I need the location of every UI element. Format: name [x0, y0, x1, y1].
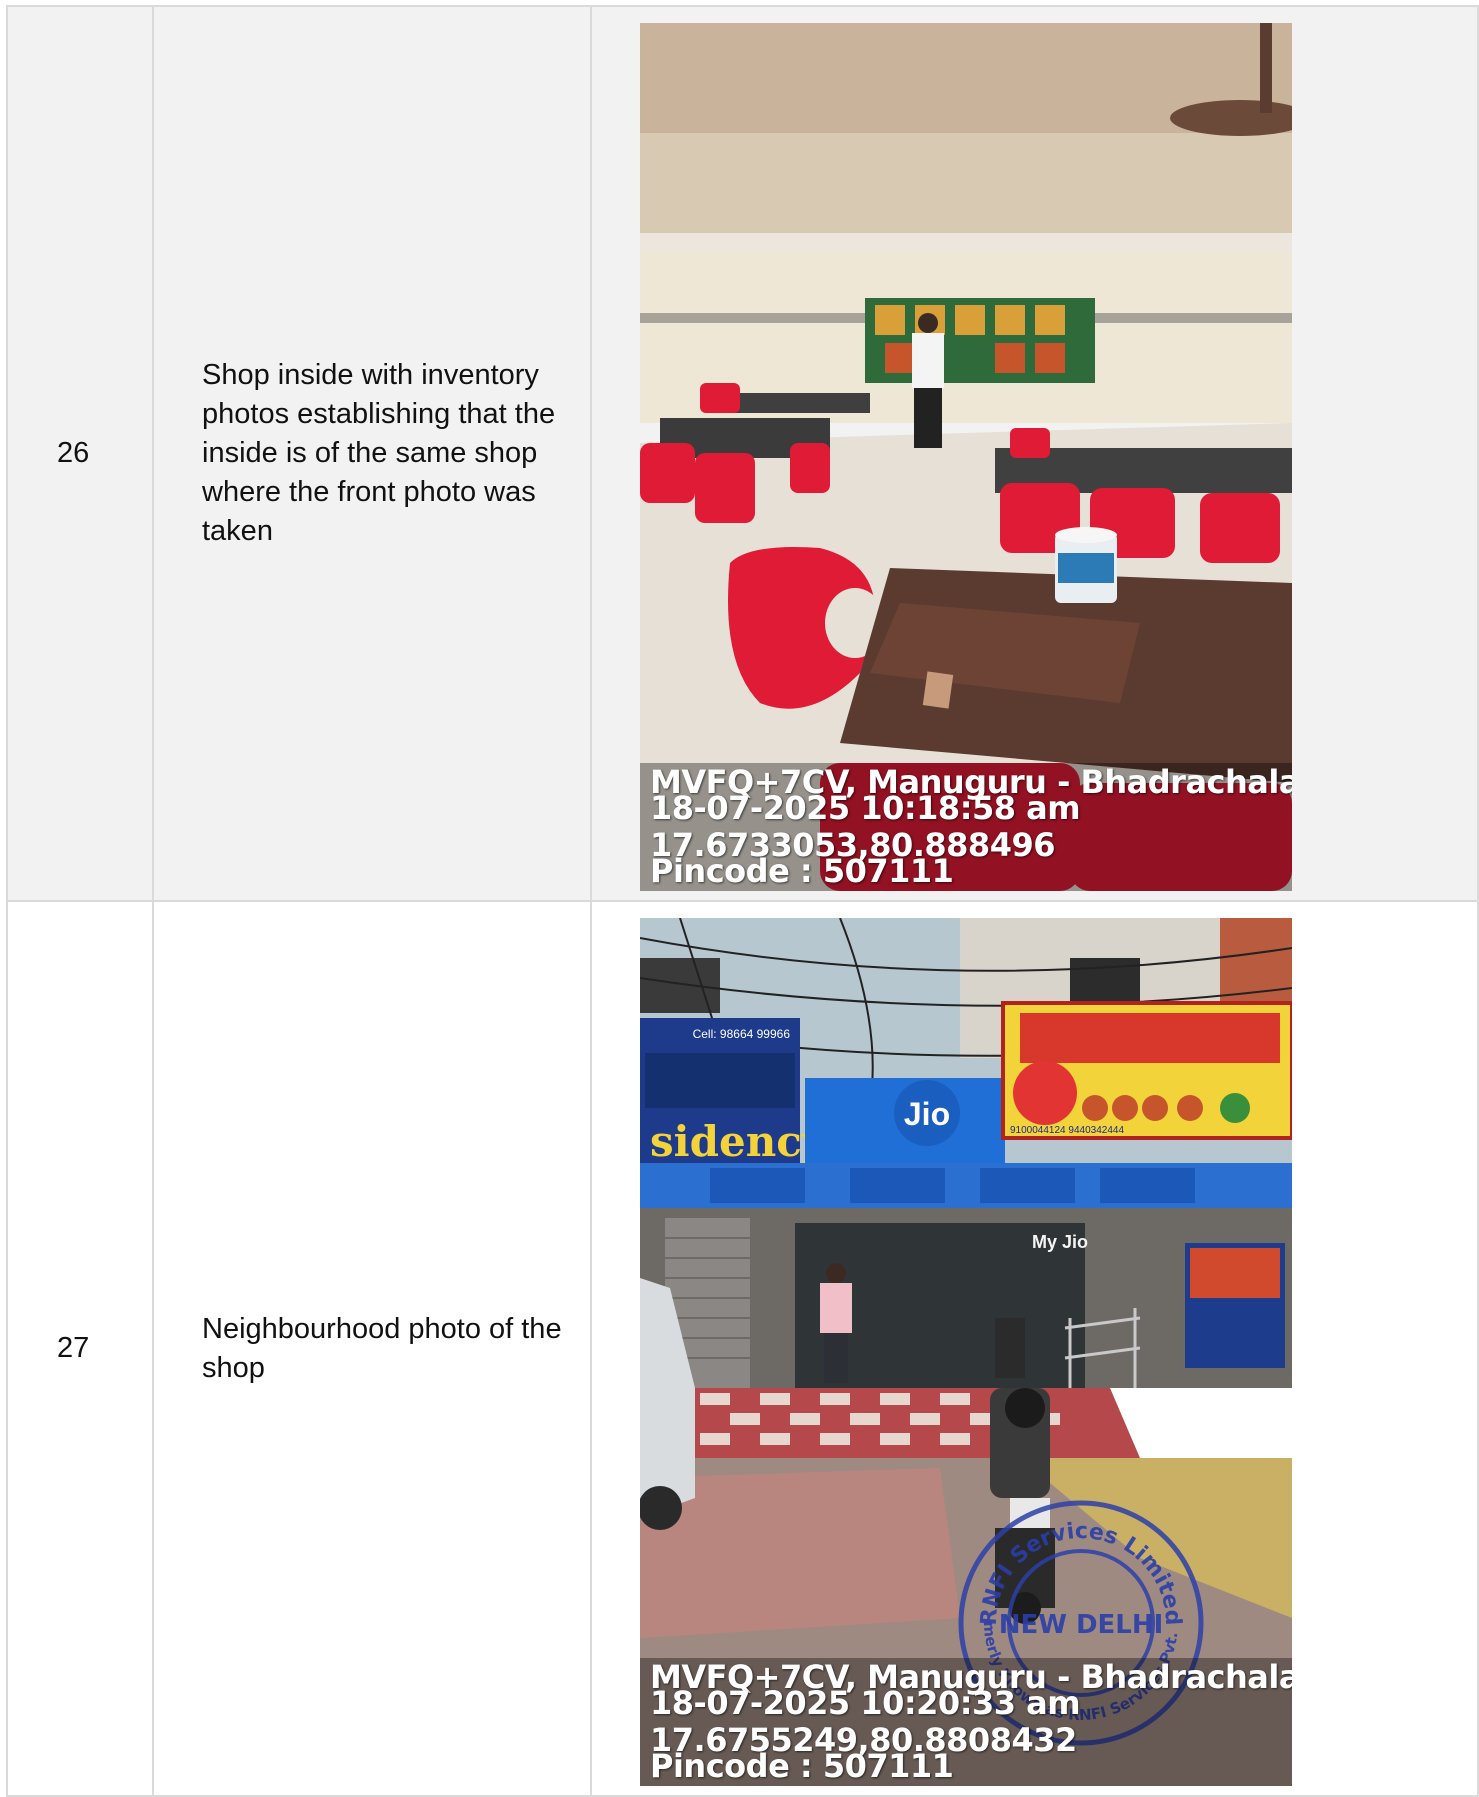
restaurant-interior-image [640, 23, 1292, 891]
interior-photo: MVFQ+7CV, Manuguru - Bhadrachalam Rd, A … [640, 23, 1292, 891]
table-row: 26 Shop inside with inventory photos est… [6, 5, 1479, 902]
row-number: 27 [6, 900, 154, 1797]
evidence-table: 26 Shop inside with inventory photos est… [6, 5, 1479, 1797]
jio-logo-text: Jio [904, 1096, 950, 1132]
neighbourhood-photo: Cell: 98664 99966 sidency Jio 9100044124… [640, 918, 1292, 1786]
geotag-pincode: Pincode : 507111 [650, 852, 954, 890]
residency-name: sidency [650, 1117, 828, 1166]
row-number: 26 [6, 5, 154, 902]
geotag-datetime: 18-07-2025 10:20:33 am [650, 1684, 1081, 1722]
photo-cell: MVFQ+7CV, Manuguru - Bhadrachalam Rd, A … [590, 5, 1479, 902]
store-sign: My Jio [1032, 1232, 1088, 1252]
residency-phone: Cell: 98664 99966 [693, 1027, 791, 1041]
row-description: Shop inside with inventory photos establ… [152, 5, 592, 902]
geotag-datetime: 18-07-2025 10:18:58 am [650, 789, 1081, 827]
row-description: Neighbourhood photo of the shop [152, 900, 592, 1797]
mess-phones: 9100044124 9440342444 [1010, 1125, 1124, 1136]
photo-cell: Cell: 98664 99966 sidency Jio 9100044124… [590, 900, 1479, 1797]
geotag-pincode: Pincode : 507111 [650, 1747, 954, 1785]
table-row: 27 Neighbourhood photo of the shop Cell:… [6, 900, 1479, 1797]
seal-center-text: NEW DELHI [999, 1610, 1164, 1640]
